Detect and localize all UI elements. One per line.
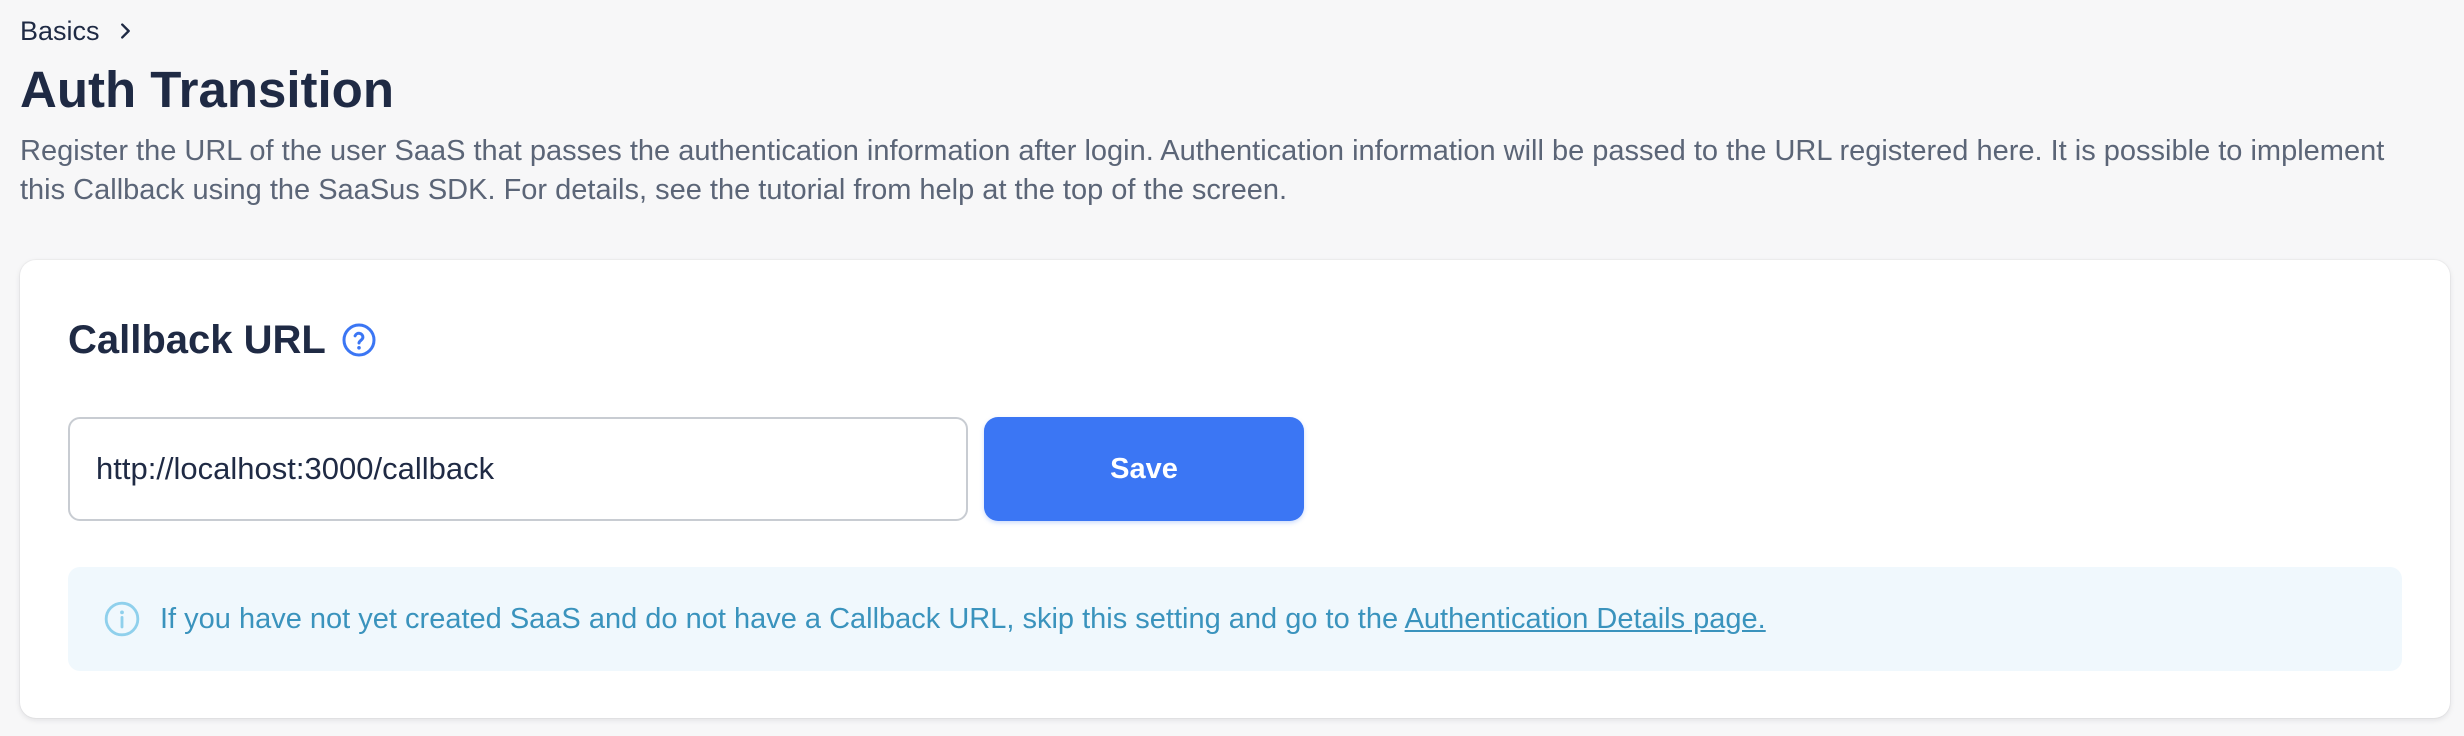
question-circle-icon[interactable] [340, 321, 378, 359]
save-button[interactable]: Save [984, 417, 1304, 521]
breadcrumb-item-basics[interactable]: Basics [20, 14, 100, 48]
info-circle-icon [102, 599, 142, 639]
authentication-details-link[interactable]: Authentication Details page. [1405, 603, 1766, 635]
info-message: If you have not yet created SaaS and do … [160, 600, 1766, 638]
info-alert: If you have not yet created SaaS and do … [68, 567, 2402, 671]
page-title: Auth Transition [20, 61, 394, 118]
chevron-right-icon [110, 16, 140, 46]
callback-url-card: Callback URL Save If you have not yet cr… [20, 260, 2450, 718]
info-message-text: If you have not yet created SaaS and do … [160, 603, 1405, 635]
card-title: Callback URL [68, 318, 326, 362]
card-header: Callback URL [68, 314, 378, 366]
breadcrumb: Basics [20, 14, 140, 48]
page-description: Register the URL of the user SaaS that p… [20, 135, 2385, 206]
callback-url-input[interactable] [68, 417, 968, 521]
